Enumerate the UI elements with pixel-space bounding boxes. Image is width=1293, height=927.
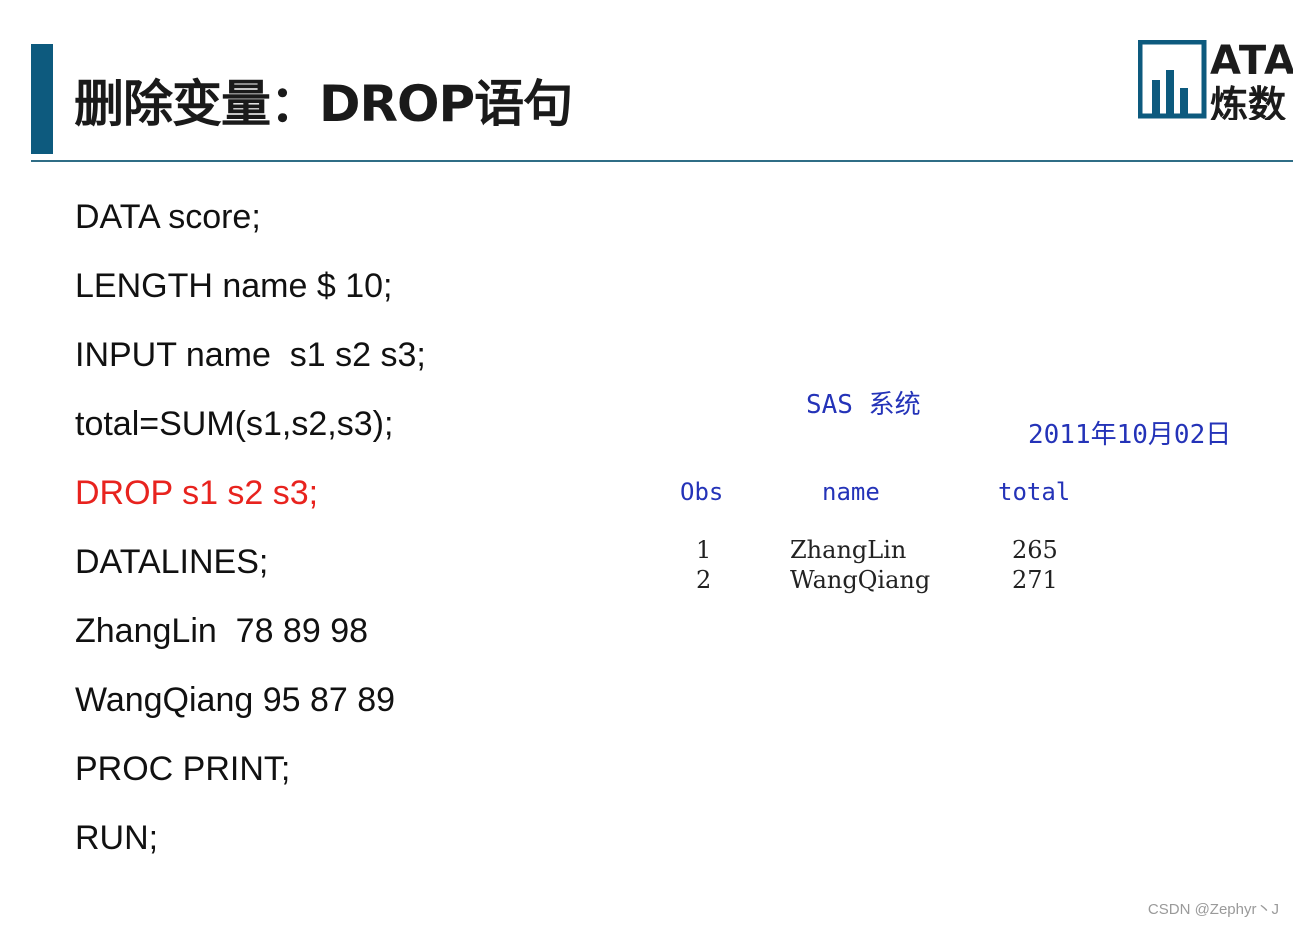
logo-text-bottom: 炼数 — [1210, 83, 1287, 120]
table-cell-obs: 2 — [696, 566, 712, 594]
table-cell-total: 271 — [1012, 566, 1058, 594]
logo-bar-chart-icon — [1138, 40, 1207, 119]
code-line: total=SUM(s1,s2,s3); — [75, 405, 394, 443]
watermark: CSDN @Zephyr丶J — [1147, 901, 1279, 918]
code-line-highlighted: DROP s1 s2 s3; — [75, 474, 319, 512]
output-title: SAS 系统 — [806, 390, 921, 420]
code-line: RUN; — [75, 819, 159, 857]
column-header-name: name — [822, 478, 880, 506]
table-cell-name: WangQiang — [790, 566, 931, 594]
code-line: INPUT name s1 s2 s3; — [75, 336, 426, 374]
code-line: LENGTH name $ 10; — [75, 267, 393, 305]
table-cell-name: ZhangLin — [790, 536, 907, 564]
sas-code-listing: DATA score; LENGTH name $ 10; INPUT name… — [75, 194, 426, 884]
table-cell-obs: 1 — [696, 536, 712, 564]
code-line: DATA score; — [75, 198, 261, 236]
code-line: WangQiang 95 87 89 — [75, 681, 396, 719]
header-divider — [31, 160, 1293, 162]
code-line: PROC PRINT; — [75, 750, 291, 788]
title-accent-bar — [31, 44, 53, 154]
slide-title: 删除变量：DROP语句 — [74, 75, 573, 133]
table-cell-total: 265 — [1012, 536, 1058, 564]
code-line: ZhangLin 78 89 98 — [75, 612, 369, 650]
column-header-total: total — [998, 478, 1071, 506]
column-header-obs: Obs — [680, 478, 724, 506]
output-date: 2011年10月02日 — [1028, 420, 1232, 450]
code-line: DATALINES; — [75, 543, 269, 581]
logo: ATA 炼数 — [1138, 40, 1293, 120]
sas-output-panel: SAS 系统 2011年10月02日 Obs name total 1 Zhan… — [660, 380, 1280, 620]
